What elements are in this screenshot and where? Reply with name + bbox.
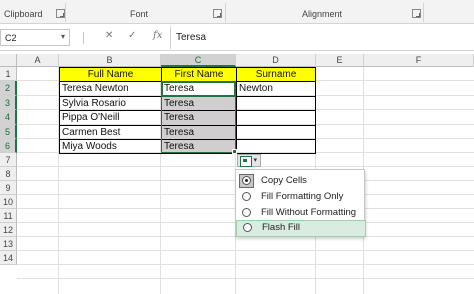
menu-item-fill-formatting-only[interactable]: Fill Formatting Only	[237, 189, 363, 204]
row-header-1[interactable]: 1	[0, 67, 17, 81]
row-header-3[interactable]: 3	[0, 96, 17, 110]
row-header-4[interactable]: 4	[0, 110, 17, 125]
radio-icon	[242, 192, 251, 201]
menu-item-flash-fill[interactable]: Flash Fill	[236, 220, 366, 237]
formula-bar: C2 ▾ ✕ ✓ fx Teresa	[0, 24, 474, 51]
cell-b4[interactable]: Pippa O'Neill	[59, 110, 162, 126]
cancel-icon[interactable]: ✕	[105, 30, 113, 41]
alignment-launcher-icon[interactable]	[412, 9, 421, 18]
row-header-11[interactable]: 11	[0, 209, 17, 223]
menu-item-label: Flash Fill	[262, 222, 301, 233]
column-header-c[interactable]: C	[161, 54, 236, 67]
cell-d5[interactable]	[236, 125, 316, 140]
formula-input[interactable]: Teresa	[176, 32, 206, 43]
active-cell-border	[161, 81, 236, 97]
menu-item-fill-without-formatting[interactable]: Fill Without Formatting	[237, 205, 363, 220]
ribbon-divider	[423, 3, 424, 22]
chevron-down-icon: ▾	[253, 157, 257, 164]
cell-d3[interactable]	[236, 96, 316, 111]
formula-bar-divider	[170, 26, 171, 49]
radio-icon	[243, 223, 252, 232]
cell-b3[interactable]: Sylvia Rosario	[59, 96, 162, 111]
row-header-7[interactable]: 7	[0, 153, 17, 167]
column-header-d[interactable]: D	[236, 54, 316, 67]
clipboard-launcher-icon[interactable]	[56, 9, 65, 18]
row-header-9[interactable]: 9	[0, 181, 17, 195]
radio-icon	[242, 208, 251, 217]
menu-item-label: Fill Formatting Only	[261, 191, 344, 202]
row-header-2[interactable]: 2	[0, 81, 17, 96]
insert-function-icon[interactable]: fx	[153, 30, 162, 41]
row-header-5[interactable]: 5	[0, 125, 17, 139]
name-box-dropdown-icon[interactable]: ▾	[61, 32, 65, 41]
ribbon-divider	[225, 3, 226, 22]
column-header-f[interactable]: F	[364, 54, 474, 67]
menu-item-label: Fill Without Formatting	[261, 207, 357, 218]
enter-icon[interactable]: ✓	[128, 30, 136, 41]
ribbon-divider	[65, 3, 66, 22]
cell-b1[interactable]: Full Name	[59, 67, 162, 82]
row-header-10[interactable]: 10	[0, 195, 17, 209]
row-header-6[interactable]: 6	[0, 139, 17, 153]
row-header-14[interactable]: 14	[0, 251, 17, 265]
cell-d1[interactable]: Surname	[236, 67, 316, 82]
column-header-a[interactable]: A	[17, 54, 59, 67]
select-all-corner[interactable]	[0, 54, 17, 67]
radio-selected-icon	[242, 176, 251, 185]
cell-b6[interactable]: Miya Woods	[59, 139, 162, 154]
ribbon: Clipboard Font Alignment	[0, 0, 474, 24]
column-header-b[interactable]: B	[59, 54, 161, 67]
auto-fill-menu: Copy Cells Fill Formatting Only Fill Wit…	[235, 169, 366, 237]
cell-c1[interactable]: First Name	[161, 67, 237, 82]
cell-d2[interactable]: Newton	[236, 81, 316, 97]
row-header-13[interactable]: 13	[0, 237, 17, 251]
auto-fill-icon	[240, 156, 252, 167]
row-header-8[interactable]: 8	[0, 167, 17, 181]
menu-item-copy-cells[interactable]: Copy Cells	[237, 173, 363, 188]
font-launcher-icon[interactable]	[213, 9, 222, 18]
row-header-12[interactable]: 12	[0, 223, 17, 237]
auto-fill-options-button[interactable]: ▾	[237, 154, 261, 167]
cell-b5[interactable]: Carmen Best	[59, 125, 162, 140]
cell-d6[interactable]	[236, 139, 316, 154]
cell-d4[interactable]	[236, 110, 316, 126]
column-header-e[interactable]: E	[316, 54, 364, 67]
menu-item-label: Copy Cells	[261, 175, 307, 186]
ribbon-group-font: Font	[130, 9, 149, 19]
cell-b2[interactable]: Teresa Newton	[59, 81, 162, 97]
ribbon-group-clipboard: Clipboard	[4, 9, 43, 19]
name-box[interactable]: C2 ▾	[0, 29, 70, 46]
formula-bar-divider	[83, 32, 84, 44]
ribbon-group-alignment: Alignment	[302, 9, 343, 19]
name-box-value: C2	[5, 33, 17, 43]
